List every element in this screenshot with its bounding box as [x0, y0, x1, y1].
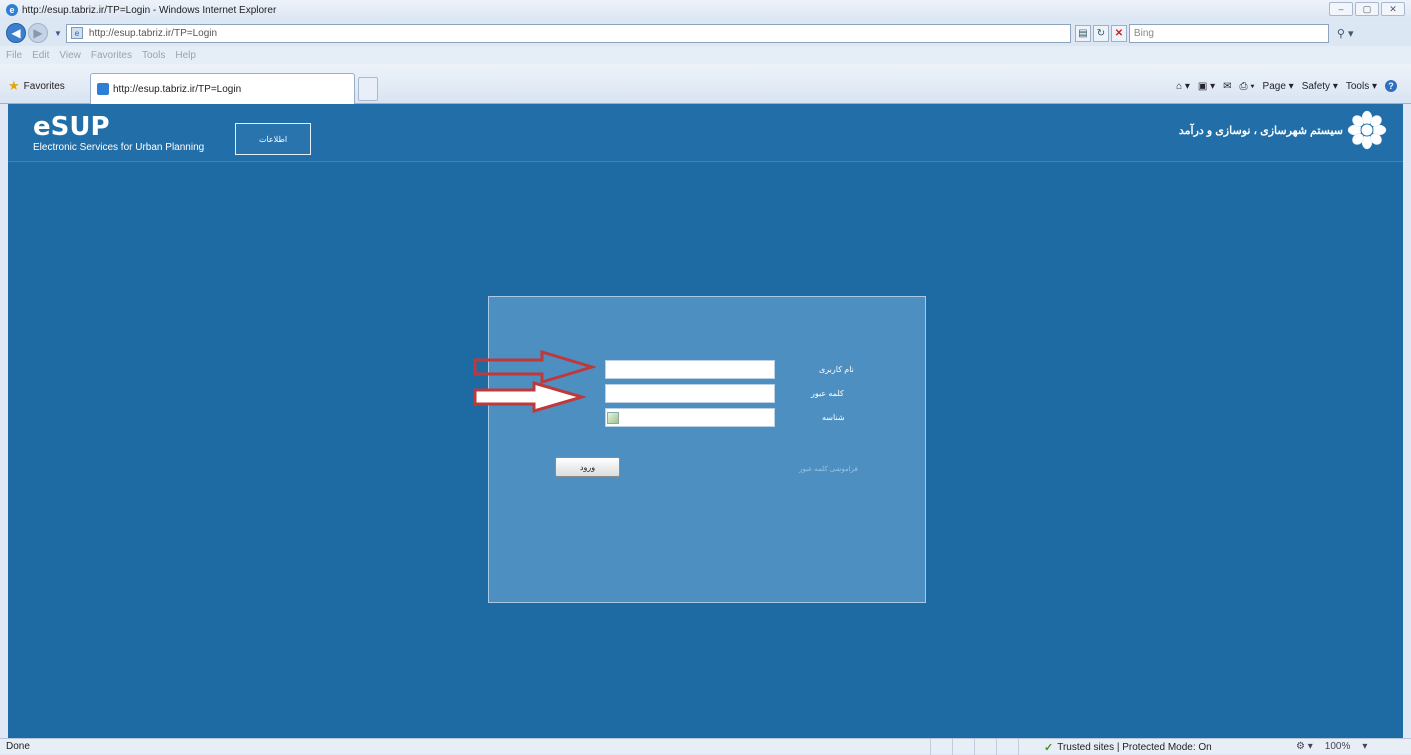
menu-file[interactable]: File: [6, 50, 22, 61]
new-tab-button[interactable]: [358, 77, 378, 101]
help-icon[interactable]: ?: [1385, 80, 1397, 92]
tab-page-icon: [97, 83, 109, 95]
history-dropdown-icon[interactable]: ▼: [54, 29, 62, 38]
menu-bar: File Edit View Favorites Tools Help: [0, 46, 1411, 64]
safety-menu[interactable]: Safety ▾: [1302, 81, 1338, 92]
site-title: سیستم شهرسازی ، نوسازی و درآمد: [1178, 125, 1343, 137]
username-label: نام کاربری: [819, 365, 854, 374]
maximize-icon[interactable]: ▢: [1355, 2, 1379, 16]
back-button[interactable]: ◀: [6, 23, 26, 43]
menu-favorites[interactable]: Favorites: [91, 50, 132, 61]
menu-edit[interactable]: Edit: [32, 50, 49, 61]
site-header: eSUP Electronic Services for Urban Plann…: [8, 104, 1403, 162]
close-icon[interactable]: ✕: [1381, 2, 1405, 16]
captcha-label: شناسه: [822, 413, 845, 422]
address-buttons: ▤ ↻ ✕: [1074, 24, 1127, 42]
captcha-input[interactable]: [605, 408, 775, 427]
window-titlebar: e http://esup.tabriz.ir/TP=Login - Windo…: [0, 0, 1411, 20]
forgot-password-link[interactable]: فراموشی کلمه عبور: [799, 465, 858, 473]
tools-menu[interactable]: Tools ▾: [1346, 81, 1377, 92]
white-arrow-icon: [473, 381, 586, 413]
menu-tools[interactable]: Tools: [142, 50, 165, 61]
page-menu[interactable]: Page ▾: [1263, 81, 1294, 92]
zoom-control[interactable]: ⚙ ▾ 100% ▾: [1296, 741, 1367, 752]
search-input[interactable]: Bing: [1128, 23, 1329, 43]
red-arrow-icon: [473, 350, 596, 384]
protected-mode-icon[interactable]: ⚙ ▾: [1296, 741, 1313, 752]
compatibility-icon[interactable]: ▤: [1074, 24, 1091, 42]
tab-title: http://esup.tabriz.ir/TP=Login: [113, 83, 242, 95]
tab-login[interactable]: http://esup.tabriz.ir/TP=Login: [90, 73, 355, 104]
minimize-icon[interactable]: –: [1329, 2, 1353, 16]
login-button[interactable]: ورود: [555, 457, 620, 477]
check-icon: ✓: [1044, 742, 1054, 754]
municipality-emblem-icon: [1347, 110, 1387, 150]
menu-help[interactable]: Help: [175, 50, 196, 61]
zoom-dropdown-icon[interactable]: ▾: [1362, 741, 1367, 752]
command-bar: ⌂ ▾ ▣ ▾ ✉ ⎙ ▾ Page ▾ Safety ▾ Tools ▾ ?: [1176, 80, 1397, 92]
address-bar[interactable]: e http://esup.tabriz.ir/TP=Login: [65, 23, 1071, 43]
zoom-level: 100%: [1324, 741, 1351, 752]
header-info-button[interactable]: اطلاعات: [235, 123, 311, 155]
username-input[interactable]: [605, 360, 775, 379]
status-text: Done: [6, 741, 30, 752]
home-icon[interactable]: ⌂ ▾: [1176, 81, 1190, 92]
search-placeholder: Bing: [1133, 27, 1154, 39]
password-input[interactable]: [605, 384, 775, 403]
window-controls: – ▢ ✕: [1329, 2, 1405, 16]
security-zone-text: Trusted sites | Protected Mode: On: [1057, 742, 1212, 753]
window-title: http://esup.tabriz.ir/TP=Login - Windows…: [22, 4, 277, 16]
favorites-bar: ★ Favorites http://esup.tabriz.ir/TP=Log…: [0, 64, 1411, 104]
stop-icon[interactable]: ✕: [1110, 24, 1127, 42]
star-icon: ★: [8, 78, 20, 93]
address-row: ◀ ▶ ▼ e http://esup.tabriz.ir/TP=Login ▤…: [0, 20, 1411, 46]
favorites-button[interactable]: ★ Favorites: [8, 78, 65, 94]
status-bar: Done ✓ Trusted sites | Protected Mode: O…: [0, 738, 1411, 755]
favorites-label: Favorites: [23, 80, 65, 92]
feeds-icon[interactable]: ▣ ▾: [1198, 81, 1215, 92]
site-logo[interactable]: eSUP: [33, 114, 110, 140]
login-panel: نام کاربری کلمه عبور شناسه ورود فراموشی …: [488, 296, 926, 603]
mail-icon[interactable]: ✉: [1223, 81, 1231, 92]
search-icon[interactable]: ⚲ ▾: [1337, 27, 1354, 40]
page-viewport: eSUP Electronic Services for Urban Plann…: [8, 104, 1403, 738]
status-cells: [930, 739, 1040, 755]
print-icon[interactable]: ⎙ ▾: [1240, 81, 1255, 92]
security-zone[interactable]: ✓ Trusted sites | Protected Mode: On: [1044, 741, 1212, 754]
ie-logo-icon: e: [6, 4, 18, 16]
forward-button[interactable]: ▶: [28, 23, 48, 43]
page-icon: e: [70, 27, 83, 39]
address-text: http://esup.tabriz.ir/TP=Login: [88, 27, 218, 39]
password-label: کلمه عبور: [811, 389, 844, 398]
menu-view[interactable]: View: [59, 50, 81, 61]
refresh-icon[interactable]: ↻: [1092, 24, 1109, 42]
site-subtitle: Electronic Services for Urban Planning: [33, 142, 205, 153]
